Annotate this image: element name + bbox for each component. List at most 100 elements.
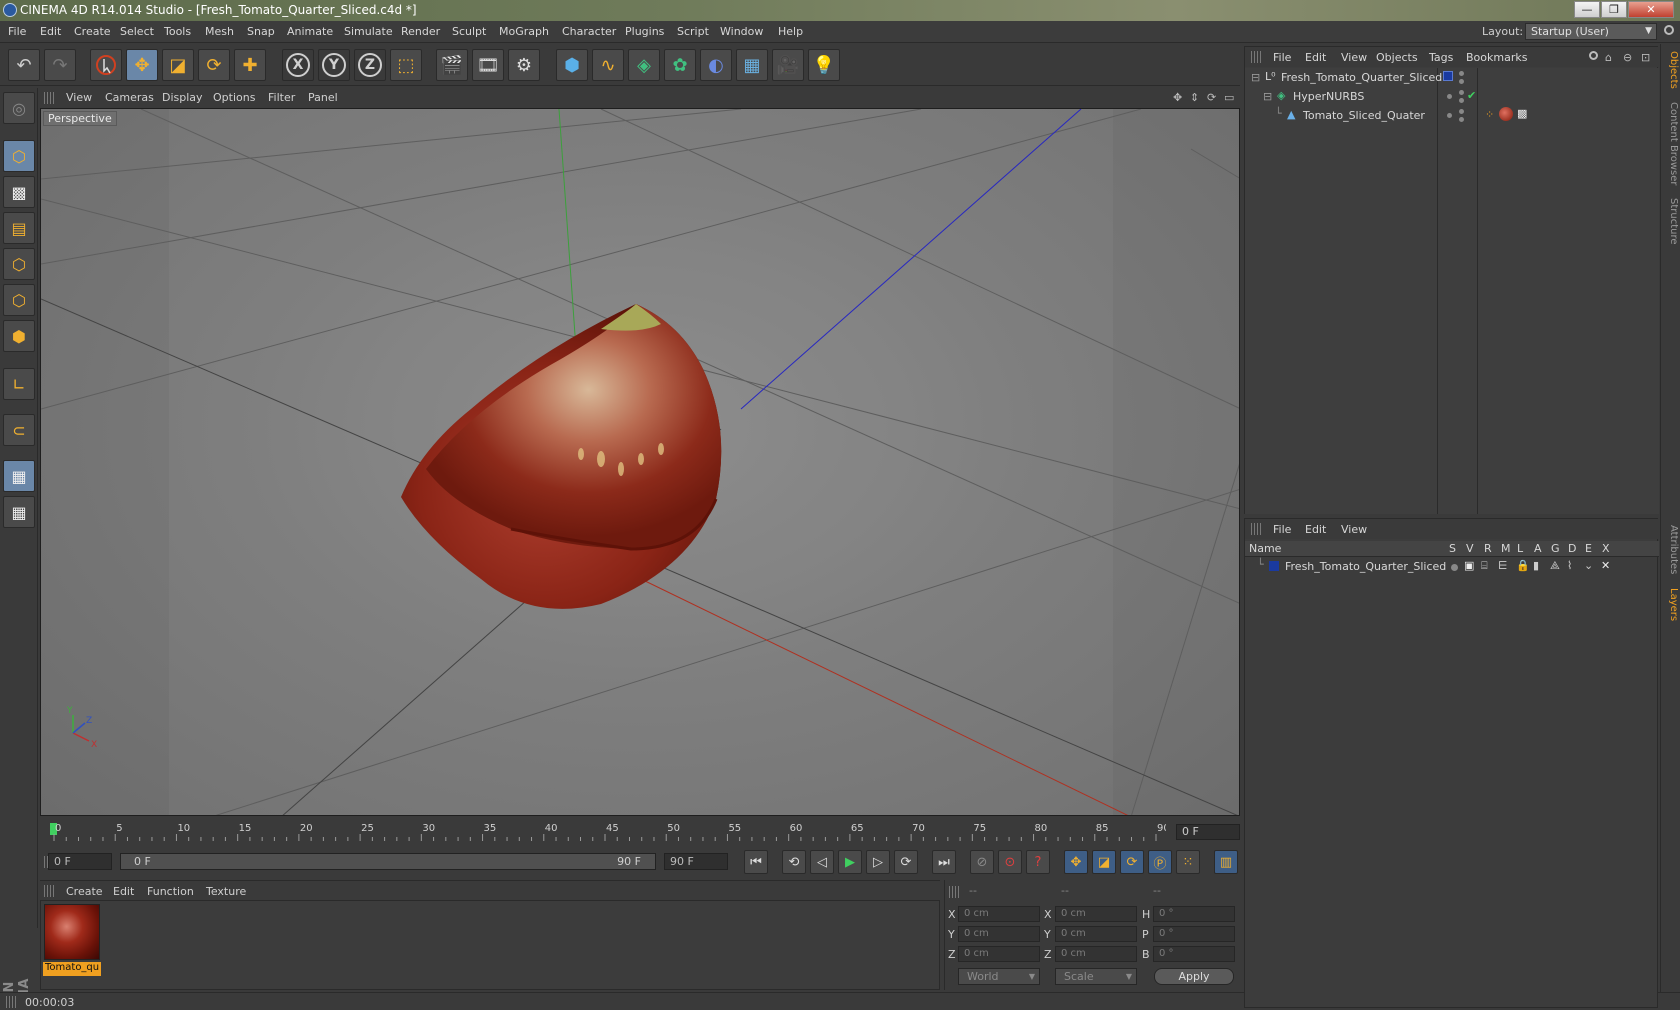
layer-col-m[interactable]: M	[1501, 542, 1511, 555]
link-icon[interactable]: ⊖	[1623, 51, 1632, 64]
apply-button[interactable]: Apply	[1154, 968, 1234, 985]
y-axis-lock-icon[interactable]: Y	[318, 49, 350, 81]
menu-help[interactable]: Help	[778, 25, 803, 38]
nurbs-icon[interactable]: ◈	[628, 49, 660, 81]
timeline-window-icon[interactable]: ▥	[1214, 850, 1238, 874]
object-menu-bookmarks[interactable]: Bookmarks	[1466, 51, 1527, 64]
object-menu-tags[interactable]: Tags	[1429, 51, 1453, 64]
animation-icon[interactable]: ▮	[1533, 559, 1539, 572]
viewport-zoom-icon[interactable]: ⇕	[1190, 91, 1199, 104]
object-menu-edit[interactable]: Edit	[1305, 51, 1326, 64]
panel-grip[interactable]	[6, 996, 16, 1008]
material-name[interactable]: Tomato_qu	[43, 962, 101, 976]
material-menu-function[interactable]: Function	[147, 885, 194, 898]
array-icon[interactable]: ✿	[664, 49, 696, 81]
menu-plugins[interactable]: Plugins	[625, 25, 664, 38]
size-y-field[interactable]: 0 cm	[1055, 926, 1137, 942]
deformer-icon[interactable]: ◐	[700, 49, 732, 81]
menu-select[interactable]: Select	[120, 25, 154, 38]
visible-icon[interactable]: ▣	[1464, 559, 1474, 572]
end-frame-field[interactable]: 90 F	[664, 853, 728, 870]
render-picture-viewer-icon[interactable]: 🎞	[472, 49, 504, 81]
tab-objects[interactable]: Objects	[1663, 48, 1679, 92]
spline-icon[interactable]: ∿	[592, 49, 624, 81]
key-rotation-icon[interactable]: ⟳	[1120, 850, 1144, 874]
position-x-field[interactable]: 0 cm	[958, 906, 1040, 922]
viewport-menu-display[interactable]: Display	[162, 91, 203, 104]
live-selection-icon[interactable]	[90, 49, 122, 81]
add-icon[interactable]: ✚	[234, 49, 266, 81]
menu-file[interactable]: File	[8, 25, 26, 38]
viewport-maximize-icon[interactable]: ▭	[1224, 91, 1234, 104]
layer-color-swatch[interactable]	[1269, 561, 1279, 571]
layer-col-name[interactable]: Name	[1249, 542, 1281, 555]
search-icon[interactable]	[1664, 25, 1674, 35]
panel-grip[interactable]	[1251, 51, 1261, 63]
search-icon[interactable]	[1589, 51, 1598, 60]
render-view-icon[interactable]: 🎬	[436, 49, 468, 81]
panel-grip[interactable]	[949, 886, 959, 898]
object-menu-file[interactable]: File	[1273, 51, 1291, 64]
autokey-icon[interactable]: ⊙	[998, 850, 1022, 874]
panel-grip[interactable]	[44, 92, 54, 104]
key-position-icon[interactable]: ✥	[1064, 850, 1088, 874]
z-axis-lock-icon[interactable]: Z	[354, 49, 386, 81]
menu-mograph[interactable]: MoGraph	[499, 25, 549, 38]
model-mode-icon[interactable]: ⬡	[3, 140, 35, 172]
object-row-hypernurbs[interactable]: ⊟ ◈ HyperNURBS ✔	[1245, 87, 1659, 106]
layer-col-x[interactable]: X	[1602, 542, 1610, 555]
frame-range-slider[interactable]: 0 F 90 F	[120, 853, 656, 870]
camera-icon[interactable]: 🎥	[772, 49, 804, 81]
layer-col-l[interactable]: L	[1517, 542, 1523, 555]
layout-dropdown[interactable]: Startup (User) ▼	[1525, 23, 1657, 40]
next-frame-icon[interactable]: ▷	[866, 850, 890, 874]
coordinate-system-icon[interactable]: ⬚	[390, 49, 422, 81]
uvw-tag-icon[interactable]: ▩	[1517, 107, 1527, 120]
workplane-lock-icon[interactable]: ▦	[3, 460, 35, 492]
coordinate-mode-dropdown[interactable]: World ▼	[958, 968, 1040, 985]
layer-col-g[interactable]: G	[1551, 542, 1560, 555]
menu-window[interactable]: Window	[720, 25, 763, 38]
maximize-button[interactable]: ❐	[1601, 1, 1627, 18]
material-thumbnail[interactable]	[44, 904, 100, 960]
panel-grip[interactable]	[44, 885, 54, 897]
layer-menu-view[interactable]: View	[1341, 523, 1367, 536]
go-to-end-icon[interactable]: ⏭	[932, 850, 956, 874]
lock-icon[interactable]: 🔒	[1516, 559, 1530, 572]
menu-create[interactable]: Create	[74, 25, 111, 38]
size-z-field[interactable]: 0 cm	[1055, 946, 1137, 962]
layer-col-a[interactable]: A	[1534, 542, 1542, 555]
workplane-icon[interactable]: ▤	[3, 212, 35, 244]
tab-content-browser[interactable]: Content Browser	[1663, 100, 1679, 188]
key-parameter-icon[interactable]: Ⓟ	[1148, 850, 1172, 874]
render-settings-icon[interactable]: ⚙	[508, 49, 540, 81]
enabled-check-icon[interactable]: ✔	[1467, 89, 1476, 102]
transform-mode-dropdown[interactable]: Scale ▼	[1055, 968, 1137, 985]
menu-render[interactable]: Render	[401, 25, 440, 38]
keyframe-selection-icon[interactable]: ?	[1026, 850, 1050, 874]
floor-icon[interactable]: ▦	[736, 49, 768, 81]
viewport-move-icon[interactable]: ✥	[1173, 91, 1182, 104]
rotate-icon[interactable]: ⟳	[198, 49, 230, 81]
solo-toggle[interactable]	[1451, 564, 1458, 571]
play-icon[interactable]: ▶	[838, 850, 862, 874]
layer-col-r[interactable]: R	[1484, 542, 1492, 555]
object-menu-objects[interactable]: Objects	[1376, 51, 1418, 64]
rotation-p-field[interactable]: 0 °	[1153, 926, 1235, 942]
menu-tools[interactable]: Tools	[164, 25, 191, 38]
object-row-root[interactable]: ⊟ L⁰ Fresh_Tomato_Quarter_Sliced	[1245, 68, 1659, 87]
layer-row[interactable]: └ Fresh_Tomato_Quarter_Sliced ▣ ⌸ ⋿ 🔒 ▮ …	[1245, 558, 1659, 575]
redo-icon[interactable]: ↷	[44, 49, 76, 81]
object-menu-view[interactable]: View	[1341, 51, 1367, 64]
magnet-icon[interactable]: ⊂	[3, 414, 35, 446]
scale-icon[interactable]: ◪	[162, 49, 194, 81]
tab-structure[interactable]: Structure	[1663, 194, 1679, 248]
start-frame-field[interactable]: 0 F	[48, 853, 112, 870]
menu-mesh[interactable]: Mesh	[205, 25, 234, 38]
rotation-h-field[interactable]: 0 °	[1153, 906, 1235, 922]
key-pla-icon[interactable]: ⁙	[1176, 850, 1200, 874]
viewport-menu-cameras[interactable]: Cameras	[105, 91, 154, 104]
axis-mode-icon[interactable]: ∟	[3, 368, 35, 400]
manager-icon[interactable]: ⋿	[1498, 559, 1508, 572]
menu-snap[interactable]: Snap	[247, 25, 275, 38]
